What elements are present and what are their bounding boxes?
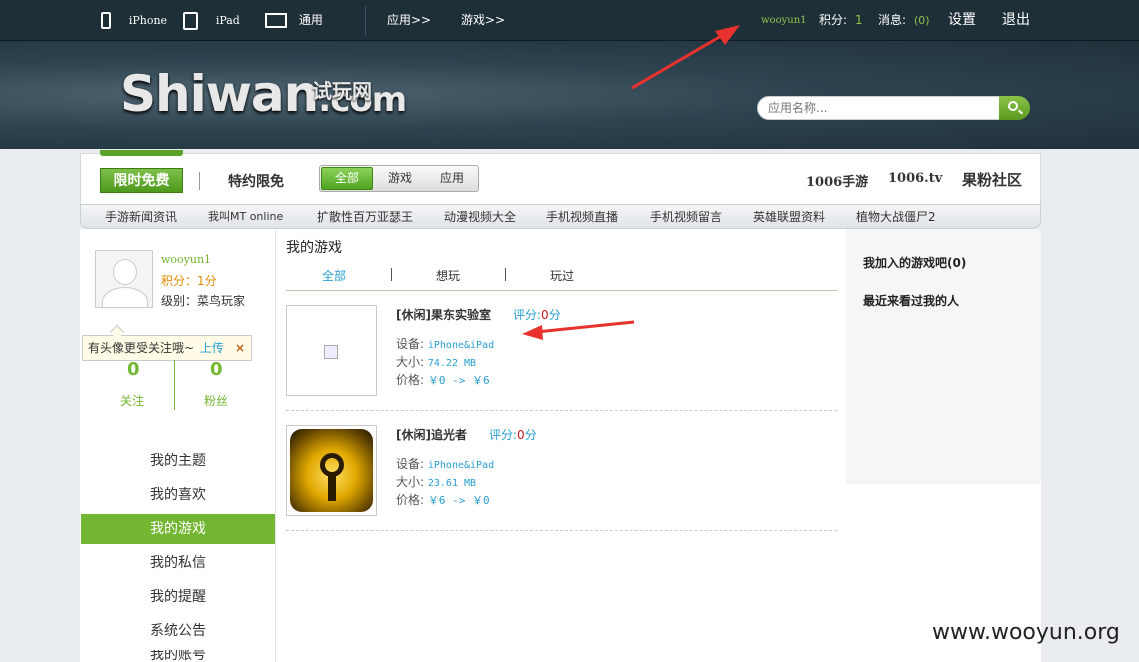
annotation-arrows xyxy=(522,25,740,340)
arrow-annotation xyxy=(631,25,740,90)
watermark: www.wooyun.org xyxy=(932,620,1120,645)
arrow-annotation xyxy=(522,320,635,340)
